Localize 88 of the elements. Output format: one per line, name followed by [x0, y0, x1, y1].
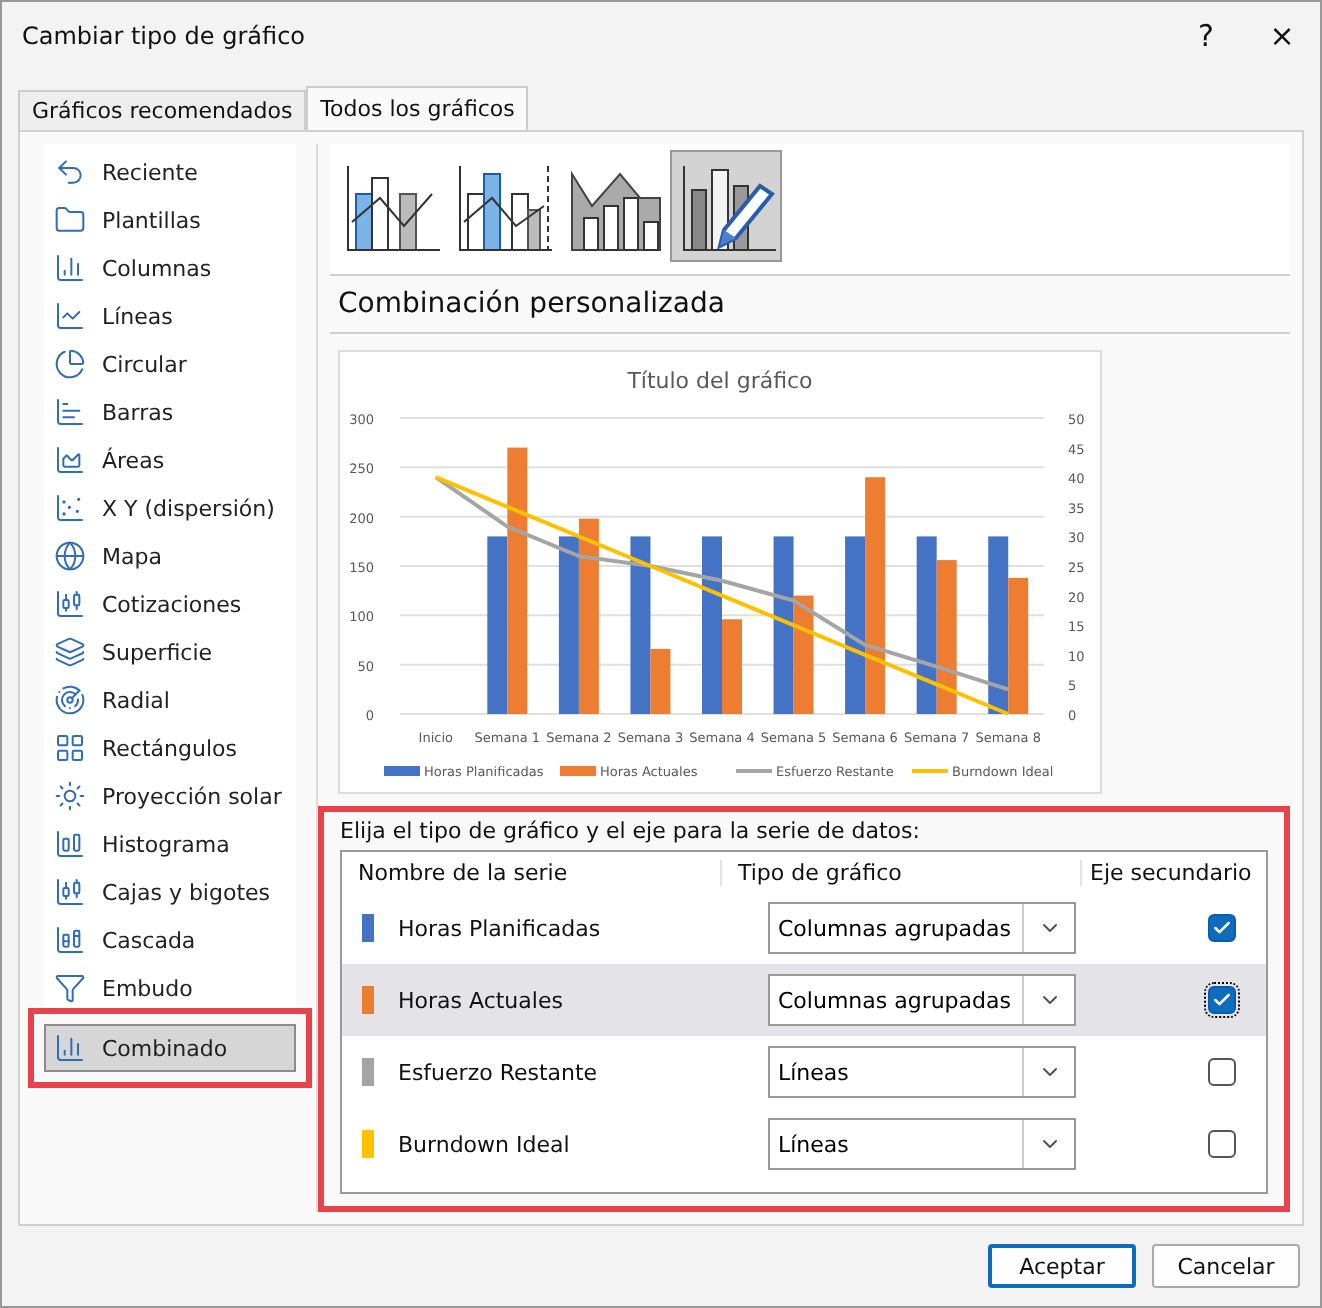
dialog-button[interactable]: Aceptar [988, 1244, 1136, 1288]
sidebar-item-label: Mapa [102, 543, 162, 569]
help-button[interactable]: ? [1168, 6, 1244, 66]
secondary-axis-checkbox[interactable] [1207, 1058, 1235, 1086]
series-name: Burndown Ideal [398, 1131, 570, 1157]
legend-swatch [560, 766, 596, 776]
sidebar-item[interactable]: Columnas [44, 244, 296, 292]
funnel-icon [54, 972, 86, 1004]
sidebar-item-label: Circular [102, 351, 187, 377]
sidebar-item-label: Combinado [102, 1035, 228, 1061]
sidebar-item[interactable]: Histograma [44, 820, 296, 868]
sidebar-item-label: Cajas y bigotes [102, 879, 271, 905]
column-chart-icon [54, 252, 86, 284]
sidebar-item[interactable]: X Y (dispersión) [44, 484, 296, 532]
chart-title: Título del gráfico [627, 368, 813, 394]
sidebar-item-label: Radial [102, 687, 170, 713]
secondary-axis-checkbox[interactable] [1207, 1130, 1235, 1158]
instruction-text: Elija el tipo de gráfico y el eje para la serie de datos: [340, 818, 922, 844]
sidebar-item-label: Cascada [102, 927, 196, 953]
sidebar-item-label: X Y (dispersión) [102, 495, 275, 521]
histogram-icon [54, 828, 86, 860]
sidebar-item-label: Reciente [102, 159, 198, 185]
sidebar-item[interactable]: Rectángulos [44, 724, 296, 772]
undo-icon [54, 156, 86, 188]
dialog-button[interactable]: Cancelar [1152, 1244, 1300, 1288]
scatter-chart-icon [54, 492, 86, 524]
series-name: Horas Actuales [398, 987, 563, 1013]
box-plot-icon [54, 876, 86, 908]
waterfall-icon [54, 924, 86, 956]
chart-type-dropdown[interactable]: Líneas [768, 1118, 1076, 1170]
layers-icon [54, 636, 86, 668]
sidebar-item[interactable]: Plantillas [44, 196, 296, 244]
bar-chart-icon [54, 396, 86, 428]
sidebar-item[interactable]: Líneas [44, 292, 296, 340]
sidebar-item[interactable]: Embudo [44, 964, 296, 1012]
chart-type-dropdown[interactable]: Columnas agrupadas [768, 902, 1076, 954]
window-title: Cambiar tipo de gráfico [22, 22, 308, 50]
sidebar-item-label: Plantillas [102, 207, 201, 233]
sidebar-item[interactable]: Radial [44, 676, 296, 724]
chart-subtype-option[interactable] [670, 150, 782, 262]
column-header: Nombre de la serie [342, 859, 722, 885]
series-row[interactable]: Horas Actuales Columnas agrupadas [342, 964, 1266, 1036]
sidebar-item[interactable]: Reciente [44, 148, 296, 196]
candlestick-icon [54, 588, 86, 620]
sunburst-icon [54, 780, 86, 812]
legend-swatch [384, 766, 420, 776]
sidebar-item-label: Barras [102, 399, 174, 425]
bar [1008, 577, 1029, 714]
sidebar-item[interactable]: Áreas [44, 436, 296, 484]
sidebar-item[interactable]: Mapa [44, 532, 296, 580]
sidebar-item[interactable]: Barras [44, 388, 296, 436]
check-icon [1211, 918, 1231, 938]
series-name: Horas Planificadas [398, 915, 601, 941]
secondary-axis-checkbox[interactable] [1207, 986, 1235, 1014]
combo-chart-icon [54, 1032, 86, 1064]
section-heading: Combinación personalizada [330, 276, 1290, 334]
pie-chart-icon [54, 348, 86, 380]
tab[interactable]: Todos los gráficos [306, 86, 529, 130]
sidebar-item[interactable]: Circular [44, 340, 296, 388]
column-header: Eje secundario [1088, 859, 1254, 885]
check-icon [1211, 990, 1231, 1010]
sidebar-item[interactable]: Cascada [44, 916, 296, 964]
sidebar-item-label: Columnas [102, 255, 212, 281]
sidebar-item-label: Embudo [102, 975, 193, 1001]
folder-icon [54, 204, 86, 236]
sidebar-item-label: Cotizaciones [102, 591, 242, 617]
sidebar-item-label: Proyección solar [102, 783, 282, 809]
tab[interactable]: Gráficos recomendados [18, 90, 307, 130]
chart-type-dropdown[interactable]: Columnas agrupadas [768, 974, 1076, 1026]
sidebar-item-label: Áreas [102, 447, 165, 473]
sidebar-item[interactable]: Proyección solar [44, 772, 296, 820]
globe-icon [54, 540, 86, 572]
sidebar-item-label: Histograma [102, 831, 230, 857]
close-button[interactable]: × [1244, 6, 1320, 66]
secondary-axis-checkbox[interactable] [1207, 914, 1235, 942]
sidebar-item[interactable]: Cotizaciones [44, 580, 296, 628]
column-header: Tipo de gráfico [722, 859, 1082, 885]
sidebar-item-label: Rectángulos [102, 735, 237, 761]
series-name: Esfuerzo Restante [398, 1059, 598, 1085]
sidebar-item-label: Superficie [102, 639, 213, 665]
area-chart-icon [54, 444, 86, 476]
grid-icon [54, 732, 86, 764]
sidebar-item[interactable]: Superficie [44, 628, 296, 676]
sidebar-item-label: Líneas [102, 303, 173, 329]
radar-icon [54, 684, 86, 716]
line-chart-icon [54, 300, 86, 332]
chart-type-dropdown[interactable]: Líneas [768, 1046, 1076, 1098]
sidebar-item[interactable]: Cajas y bigotes [44, 868, 296, 916]
